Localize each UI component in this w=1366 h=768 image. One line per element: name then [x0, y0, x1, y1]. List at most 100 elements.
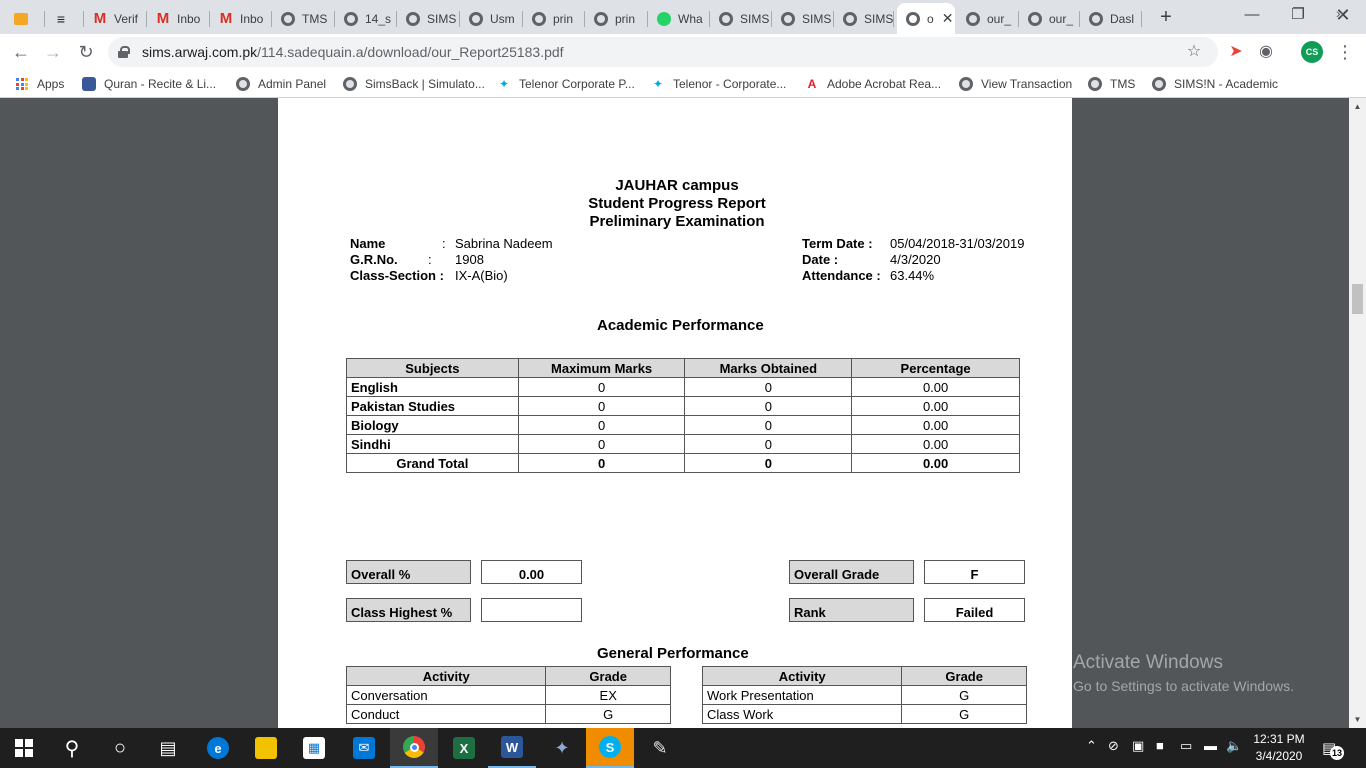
tab-label: SIMS: [740, 11, 770, 26]
start-button[interactable]: [0, 728, 48, 768]
taskbar-clock[interactable]: 12:31 PM 3/4/2020: [1244, 731, 1314, 765]
browser-tab[interactable]: o ✕: [897, 3, 955, 34]
forward-button[interactable]: →: [40, 39, 66, 65]
chrome-icon: [403, 736, 425, 758]
action-center-icon[interactable]: ▤ 13: [1322, 738, 1344, 760]
network-off-icon[interactable]: ⊘: [1108, 738, 1119, 754]
reload-button[interactable]: ↻: [73, 39, 99, 65]
gr-label: G.R.No.: [350, 252, 398, 267]
globe-icon: [235, 76, 251, 92]
bookmark-item[interactable]: SimsBack | Simulato...: [342, 75, 485, 93]
paint-app-icon[interactable]: ✎: [636, 728, 684, 768]
activity-row: Conduct G: [345, 704, 671, 724]
bookmark-item[interactable]: Admin Panel: [235, 75, 326, 93]
battery-icon[interactable]: ▬: [1204, 738, 1217, 753]
globe-icon: [718, 11, 734, 27]
camera-icon[interactable]: ◉: [1256, 42, 1276, 62]
vertical-scrollbar[interactable]: ▲ ▼: [1349, 98, 1366, 728]
bookmark-item[interactable]: ✦ Telenor Corporate P...: [496, 75, 635, 93]
skype-taskbar-button[interactable]: S: [586, 728, 634, 768]
value-cell: 0: [684, 396, 853, 416]
overall-grade-label: Overall Grade: [789, 560, 914, 584]
bookmark-item[interactable]: TMS: [1087, 75, 1135, 93]
tab-label: prin: [553, 11, 574, 26]
dolphin-app-icon[interactable]: ✦: [538, 728, 586, 768]
browser-tab[interactable]: [5, 3, 45, 34]
maximize-button[interactable]: ❐: [1275, 0, 1321, 30]
chrome-taskbar-button[interactable]: [390, 728, 438, 768]
bookmark-item[interactable]: Apps: [14, 75, 64, 93]
browser-tab[interactable]: SIMS: [772, 3, 834, 34]
clock-date: 3/4/2020: [1255, 749, 1303, 763]
close-tab-icon[interactable]: ✕: [942, 10, 954, 27]
browser-tab[interactable]: prin: [585, 3, 648, 34]
browser-tab[interactable]: Wha: [648, 3, 710, 34]
cortana-icon[interactable]: ○: [96, 728, 144, 768]
back-button[interactable]: ←: [8, 39, 34, 65]
browser-tab[interactable]: SIMS: [397, 3, 460, 34]
class-highest-value: [481, 598, 582, 622]
bookmark-label: Admin Panel: [258, 77, 327, 91]
browser-tab[interactable]: SIMS: [834, 3, 894, 34]
address-bar[interactable]: sims.arwaj.com.pk/114.sadequain.a/downlo…: [108, 37, 1218, 67]
excel-icon[interactable]: X: [440, 728, 488, 768]
tray-monitor-icon[interactable]: ▭: [1180, 738, 1192, 754]
edge-icon[interactable]: e: [194, 728, 242, 768]
browser-tab[interactable]: prin: [523, 3, 585, 34]
browser-tab[interactable]: TMS: [272, 3, 335, 34]
windows-logo-icon: [15, 739, 33, 757]
bookmark-item[interactable]: View Transaction: [958, 75, 1072, 93]
browser-tab[interactable]: M Inbo: [147, 3, 210, 34]
pdf-viewer: JAUHAR campus Student Progress Report Pr…: [0, 98, 1366, 728]
url-text[interactable]: sims.arwaj.com.pk/114.sadequain.a/downlo…: [142, 44, 564, 60]
browser-menu-icon[interactable]: ⋮: [1336, 40, 1354, 64]
volume-icon[interactable]: 🔈: [1226, 738, 1242, 754]
new-tab-button[interactable]: +: [1152, 4, 1180, 30]
lock-icon[interactable]: [118, 46, 130, 58]
mail-icon[interactable]: ✉: [340, 728, 388, 768]
name-label: Name: [350, 236, 386, 251]
row-label-cell: Conduct: [345, 704, 547, 724]
table-row: Sindhi 0 0 0.00: [346, 434, 1020, 454]
tray-app-icon[interactable]: ▣: [1132, 738, 1144, 754]
globe-icon: [1088, 11, 1104, 27]
column-header: Grade: [545, 666, 671, 686]
minimize-button[interactable]: —: [1229, 0, 1275, 30]
extension-icon[interactable]: ➤: [1226, 42, 1246, 62]
store-icon[interactable]: ▦: [290, 728, 338, 768]
tray-display-icon[interactable]: ■: [1156, 738, 1164, 753]
browser-tab[interactable]: M Inbo: [210, 3, 272, 34]
bookmarks-overflow-icon[interactable]: »: [1336, 5, 1344, 21]
gr-sep: :: [428, 252, 432, 267]
search-icon[interactable]: ⚲: [48, 728, 96, 768]
browser-tab[interactable]: our_: [1019, 3, 1080, 34]
bookmark-item[interactable]: Quran - Recite & Li...: [81, 75, 216, 93]
word-icon[interactable]: W: [488, 728, 536, 768]
bookmark-item[interactable]: A Adobe Acrobat Rea...: [804, 75, 941, 93]
tray-expand-icon[interactable]: ⌃: [1086, 738, 1097, 754]
bookmark-star-icon[interactable]: ☆: [1184, 42, 1204, 62]
bookmark-item[interactable]: ✦ Telenor - Corporate...: [650, 75, 786, 93]
browser-tab[interactable]: 14_s: [335, 3, 397, 34]
bookmark-item[interactable]: SIMS!N - Academic: [1151, 75, 1278, 93]
scroll-thumb[interactable]: [1352, 284, 1363, 314]
browser-tab[interactable]: M Verif: [84, 3, 147, 34]
browser-tab[interactable]: Usm: [460, 3, 523, 34]
browser-tab[interactable]: our_: [957, 3, 1019, 34]
globe-icon: [965, 11, 981, 27]
bookmark-label: Telenor Corporate P...: [519, 77, 635, 91]
row-label-cell: Sindhi: [346, 434, 519, 454]
browser-tab[interactable]: Dasl: [1080, 3, 1142, 34]
file-explorer-icon[interactable]: [242, 728, 290, 768]
scroll-down-arrow-icon[interactable]: ▼: [1349, 711, 1366, 728]
task-view-icon[interactable]: ▤: [144, 728, 192, 768]
class-label: Class-Section :: [350, 268, 444, 283]
profile-avatar[interactable]: CS: [1301, 41, 1323, 63]
value-cell: 0: [517, 415, 686, 435]
campus-title: JAUHAR campus: [615, 177, 739, 194]
browser-tab[interactable]: SIMS: [710, 3, 772, 34]
scroll-up-arrow-icon[interactable]: ▲: [1349, 98, 1366, 115]
browser-tab[interactable]: ≡: [45, 3, 84, 34]
sims-icon: ≡: [56, 10, 66, 27]
whatsapp-icon: [656, 11, 672, 27]
